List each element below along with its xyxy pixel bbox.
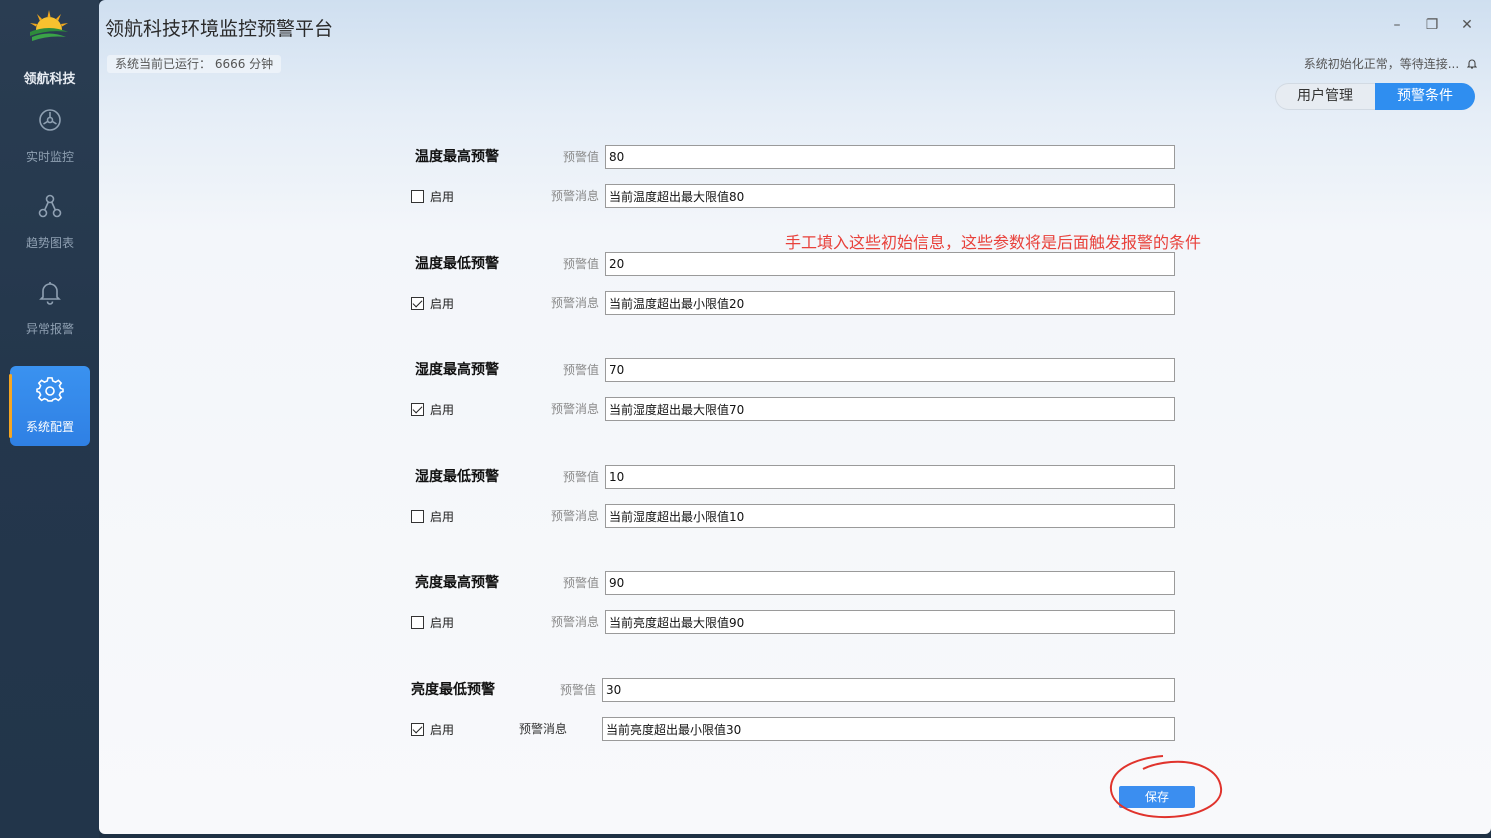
connection-status-text: 系统初始化正常，等待连接... [1303, 57, 1460, 71]
threshold-value-input[interactable] [605, 571, 1175, 595]
checkbox-box[interactable] [411, 296, 424, 310]
checkbox-box[interactable] [411, 509, 424, 523]
rule-title: 温度最低预警 [415, 256, 499, 272]
alert-message-input[interactable] [605, 610, 1175, 634]
tab-user-management[interactable]: 用户管理 [1275, 83, 1375, 110]
brand-logo: 领航科技 [0, 0, 99, 100]
logo-icon [30, 10, 68, 41]
value-label: 预警值 [562, 470, 599, 484]
rule-title: 温度最高预警 [415, 149, 499, 165]
rule-title: 亮度最高预警 [415, 575, 499, 591]
bell-icon [1466, 59, 1478, 69]
value-label: 预警值 [562, 150, 599, 164]
close-button[interactable]: ✕ [1456, 14, 1478, 36]
runtime-status: 系统当前已运行： 6666 分钟 [107, 55, 282, 73]
threshold-value-input[interactable] [605, 465, 1175, 489]
enable-checkbox[interactable]: 启用 [411, 292, 454, 314]
message-label: 预警消息 [550, 615, 599, 629]
enable-label: 启用 [430, 509, 455, 524]
annotation-note: 手工填入这些初始信息，这些参数将是后面触发报警的条件 [785, 233, 1202, 252]
enable-checkbox[interactable]: 启用 [411, 505, 454, 527]
checkbox-box[interactable] [411, 722, 424, 736]
sidebar-item-alarms[interactable]: 异常报警 [10, 268, 90, 348]
checkbox-box[interactable] [411, 402, 424, 416]
enable-label: 启用 [430, 722, 455, 737]
sidebar-item-label: 系统配置 [25, 420, 74, 434]
threshold-value-input[interactable] [605, 252, 1175, 276]
message-label: 预警消息 [550, 509, 599, 523]
bell-icon [39, 282, 61, 305]
dashboard-icon [39, 109, 61, 131]
value-label: 预警值 [562, 363, 599, 377]
message-label: 预警消息 [550, 296, 599, 310]
rule-title: 湿度最高预警 [415, 362, 499, 378]
alert-message-input[interactable] [605, 184, 1175, 208]
sidebar: 领航科技 实时监控 趋势图表 异常报警 系统配置 [0, 0, 99, 838]
sidebar-item-system-config[interactable]: 系统配置 [9, 366, 90, 446]
threshold-value-input[interactable] [602, 678, 1175, 702]
message-label: 预警消息 [550, 402, 599, 416]
message-label: 预警消息 [518, 722, 567, 736]
window-title: 领航科技环境监控预警平台 [105, 18, 334, 40]
main-window: 领航科技环境监控预警平台 – ❐ ✕ 系统当前已运行： 6666 分钟 系统初始… [99, 0, 1491, 834]
rule-title: 亮度最低预警 [411, 682, 495, 698]
checkbox-box[interactable] [411, 189, 424, 203]
restore-button[interactable]: ❐ [1421, 14, 1443, 36]
sidebar-item-label: 异常报警 [25, 322, 74, 336]
sidebar-item-trend-chart[interactable]: 趋势图表 [10, 182, 90, 262]
enable-checkbox[interactable]: 启用 [411, 718, 454, 740]
threshold-value-input[interactable] [605, 358, 1175, 382]
enable-label: 启用 [430, 296, 455, 311]
enable-label: 启用 [430, 189, 455, 204]
alert-message-input[interactable] [605, 504, 1175, 528]
chart-nodes-icon [38, 194, 62, 218]
gear-icon [36, 377, 64, 402]
alert-message-input[interactable] [602, 717, 1175, 741]
value-label: 预警值 [562, 576, 599, 590]
threshold-value-input[interactable] [605, 145, 1175, 169]
enable-label: 启用 [430, 615, 455, 630]
sidebar-item-label: 实时监控 [25, 150, 74, 164]
enable-checkbox[interactable]: 启用 [411, 398, 454, 420]
checkbox-box[interactable] [411, 615, 424, 629]
enable-checkbox[interactable]: 启用 [411, 185, 454, 207]
brand-name: 领航科技 [23, 72, 76, 87]
value-label: 预警值 [559, 683, 596, 697]
sidebar-item-label: 趋势图表 [25, 236, 74, 250]
connection-status: 系统初始化正常，等待连接... [1303, 55, 1478, 73]
rule-title: 湿度最低预警 [415, 469, 499, 485]
enable-label: 启用 [430, 402, 455, 417]
enable-checkbox[interactable]: 启用 [411, 611, 454, 633]
minimize-button[interactable]: – [1386, 14, 1408, 36]
message-label: 预警消息 [550, 189, 599, 203]
value-label: 预警值 [562, 257, 599, 271]
alert-message-input[interactable] [605, 291, 1175, 315]
tab-alert-conditions[interactable]: 预警条件 [1375, 83, 1475, 110]
sidebar-item-realtime-monitor[interactable]: 实时监控 [10, 96, 90, 176]
alert-message-input[interactable] [605, 397, 1175, 421]
save-button[interactable]: 保存 [1119, 786, 1195, 808]
tab-bar: 用户管理 预警条件 [1275, 83, 1475, 110]
